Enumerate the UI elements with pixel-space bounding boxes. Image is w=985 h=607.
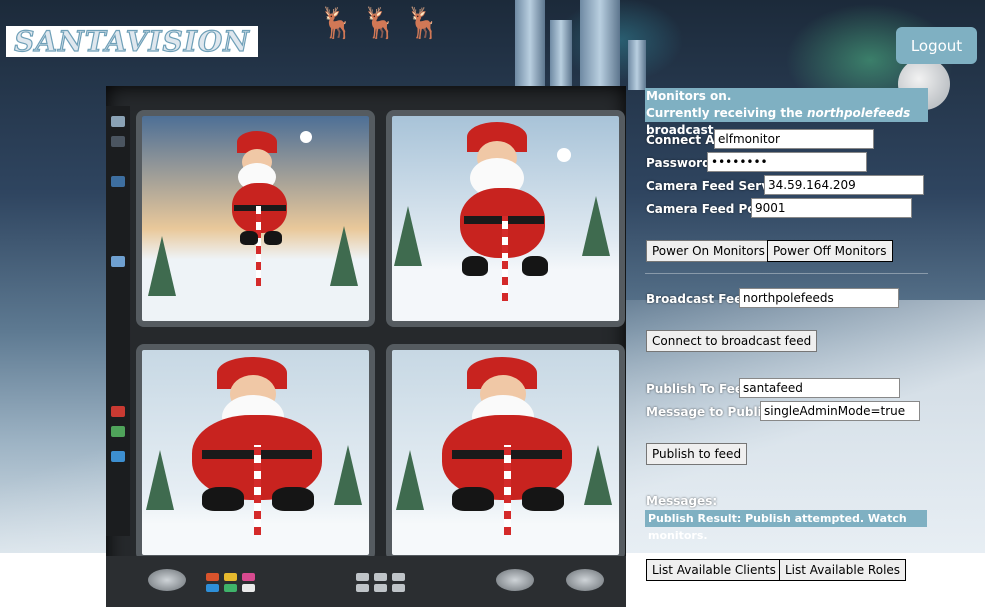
message-to-publish-input[interactable]: singleAdminMode=true — [760, 401, 920, 421]
publish-to-feed-button[interactable]: Publish to feed — [646, 443, 748, 465]
console-light — [111, 136, 125, 147]
monitor-screen-2 — [386, 110, 625, 327]
password-label: Password: — [646, 156, 716, 170]
monitor-screen-4 — [386, 344, 625, 561]
monitor-screen-1 — [136, 110, 375, 327]
messages-heading: Messages: — [646, 494, 718, 508]
castle-tower — [628, 40, 646, 90]
power-on-monitors-button[interactable]: Power On Monitors — [646, 240, 771, 262]
console-light — [111, 426, 125, 437]
santa-figure — [212, 131, 312, 306]
console-key — [356, 584, 369, 592]
console-key — [392, 573, 405, 581]
publish-result-message: Publish Result: Publish attempted. Watch… — [645, 510, 927, 542]
console-key — [224, 584, 237, 592]
console-light — [111, 406, 125, 417]
section-divider — [645, 273, 928, 274]
list-available-roles-button[interactable]: List Available Roles — [779, 559, 907, 581]
santa-figure — [162, 355, 352, 550]
monitor-status-box: Monitors on. Currently receiving the nor… — [645, 88, 928, 137]
pine-tree — [330, 226, 358, 286]
console-key — [374, 584, 387, 592]
console-key — [224, 573, 237, 581]
castle-tower — [550, 20, 572, 90]
password-input[interactable]: •••••••• — [707, 152, 867, 172]
broadcast-feed-input[interactable]: northpolefeeds — [739, 288, 899, 308]
camera-feed-server-input[interactable]: 34.59.164.209 — [764, 175, 924, 195]
pine-tree — [148, 236, 176, 296]
console-key — [356, 573, 369, 581]
console-key — [242, 573, 255, 581]
console-key — [206, 584, 219, 592]
console-knob — [566, 569, 604, 591]
monitor-console-image — [106, 86, 626, 607]
status-feed-name: northpolefeeds — [806, 106, 911, 120]
publish-to-feed-input[interactable]: santafeed — [739, 378, 900, 398]
camera-feed-port-input[interactable]: 9001 — [751, 198, 912, 218]
status-line-1: Monitors on. — [646, 89, 732, 103]
santavision-logo: SANTAVISION — [6, 24, 258, 59]
console-light — [111, 116, 125, 127]
logo-text: SANTAVISION — [14, 24, 250, 58]
console-side-panel — [106, 106, 130, 536]
castle-tower — [515, 0, 545, 90]
console-key — [242, 584, 255, 592]
pine-tree — [394, 206, 422, 266]
castle-tower — [580, 0, 620, 90]
connect-as-input[interactable]: elfmonitor — [714, 129, 874, 149]
monitor-screen-3 — [136, 344, 375, 561]
console-key — [392, 584, 405, 592]
console-key — [374, 573, 387, 581]
console-key — [206, 573, 219, 581]
santa-figure — [412, 355, 602, 550]
logout-button[interactable]: Logout — [896, 27, 977, 64]
power-off-monitors-button[interactable]: Power Off Monitors — [767, 240, 893, 262]
console-light — [111, 256, 125, 267]
santa-figure — [432, 116, 582, 316]
console-knob — [148, 569, 186, 591]
console-light — [111, 176, 125, 187]
list-available-clients-button[interactable]: List Available Clients — [646, 559, 782, 581]
pine-tree — [582, 196, 610, 256]
reindeer-sleigh-image: 🦌🦌🦌 — [318, 6, 449, 41]
console-light — [111, 451, 125, 462]
console-knob — [496, 569, 534, 591]
connect-broadcast-feed-button[interactable]: Connect to broadcast feed — [646, 330, 818, 352]
